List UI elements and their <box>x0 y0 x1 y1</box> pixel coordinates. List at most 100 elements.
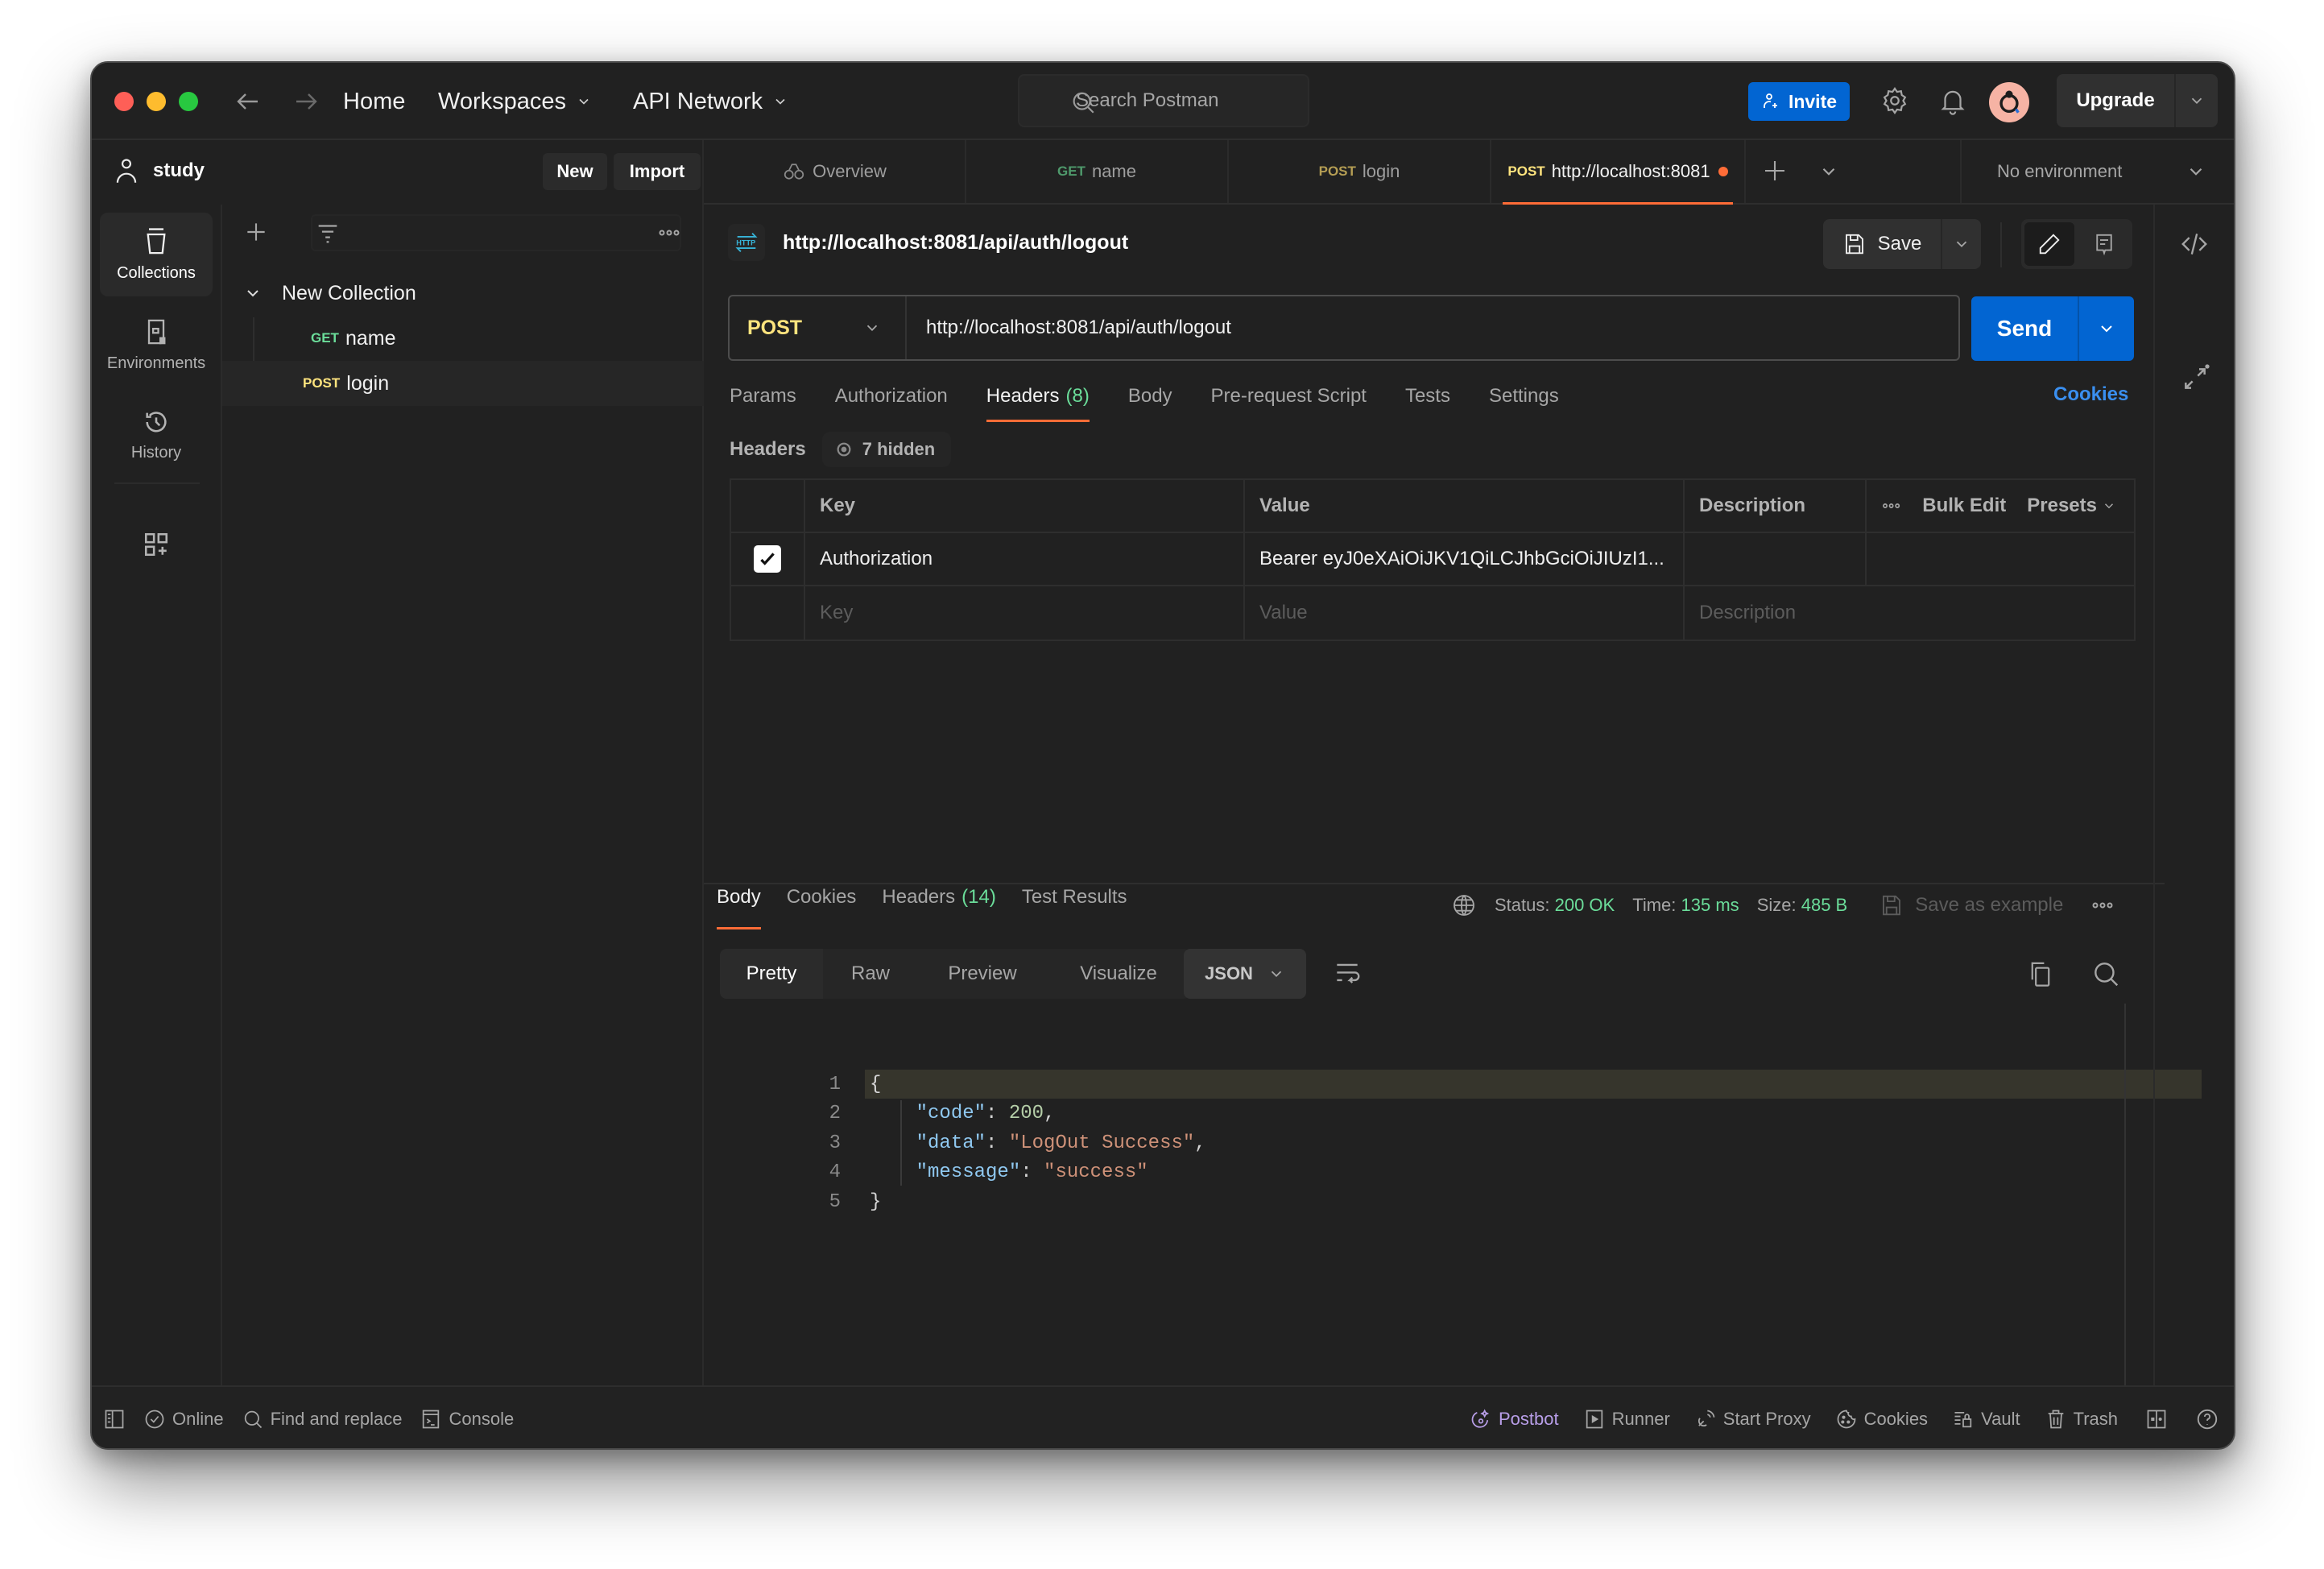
hidden-headers-toggle[interactable]: 7 hidden <box>821 432 952 467</box>
help-icon[interactable] <box>2195 1387 2219 1448</box>
wrap-lines-icon[interactable] <box>1332 958 1363 989</box>
tab-post-login[interactable]: POST login <box>1229 140 1491 203</box>
collection-item[interactable]: New Collection <box>222 271 704 316</box>
more-options-icon[interactable] <box>657 221 681 245</box>
collections-filter-input[interactable] <box>311 214 681 251</box>
console-button[interactable]: Console <box>420 1387 514 1448</box>
request-item-get-name[interactable]: GET name <box>222 316 704 361</box>
tab-tests[interactable]: Tests <box>1405 371 1450 422</box>
more-options-icon[interactable] <box>2090 893 2115 917</box>
maximize-window-button[interactable] <box>179 92 198 111</box>
method-badge: POST <box>1318 164 1356 179</box>
add-collection-icon[interactable] <box>243 219 269 245</box>
presets-dropdown[interactable]: Presets <box>2027 495 2116 517</box>
related-collections-icon[interactable] <box>2179 362 2211 395</box>
toggle-sidebar-icon[interactable] <box>103 1387 126 1448</box>
tab-get-name[interactable]: GET name <box>966 140 1229 203</box>
request-item-post-login[interactable]: POST login <box>222 361 704 406</box>
cookies-button[interactable]: Cookies <box>1835 1387 1928 1448</box>
runner-button[interactable]: Runner <box>1583 1387 1670 1448</box>
postbot-button[interactable]: Postbot <box>1470 1387 1559 1448</box>
cookies-link[interactable]: Cookies <box>2053 383 2128 406</box>
response-pane-divider[interactable] <box>704 883 2165 884</box>
workspace-name[interactable]: study <box>114 158 205 184</box>
size-text[interactable]: Size: 485 B <box>1757 895 1848 916</box>
sidebar-item-configure[interactable] <box>100 503 213 586</box>
two-pane-view-icon[interactable] <box>2145 1387 2168 1448</box>
header-enabled-checkbox[interactable] <box>754 545 781 573</box>
save-button[interactable]: Save <box>1823 219 1942 269</box>
import-button[interactable]: Import <box>614 153 701 190</box>
view-raw[interactable]: Raw <box>823 949 918 999</box>
request-title[interactable]: HTTP http://localhost:8081/api/auth/logo… <box>728 224 1128 261</box>
notifications-bell-icon[interactable] <box>1937 85 1968 116</box>
response-tab-test-results[interactable]: Test Results <box>1022 886 1127 938</box>
environment-selector[interactable]: No environment <box>1960 140 2226 203</box>
response-tab-cookies[interactable]: Cookies <box>787 886 857 938</box>
new-tab-plus-icon[interactable] <box>1760 156 1789 185</box>
time-text[interactable]: Time: 135 ms <box>1632 895 1739 916</box>
globe-icon[interactable] <box>1451 892 1477 918</box>
start-proxy-button[interactable]: Start Proxy <box>1694 1387 1811 1448</box>
tab-headers[interactable]: Headers (8) <box>986 371 1090 422</box>
editor-scrollbar-track[interactable] <box>2124 1004 2126 1385</box>
tab-post-logout-active[interactable]: POST http://localhost:8081 <box>1491 140 1746 205</box>
tab-pre-request-script[interactable]: Pre-request Script <box>1211 371 1367 422</box>
api-network-menu[interactable]: API Network <box>633 85 788 118</box>
tab-list-chevron-icon[interactable] <box>1818 161 1839 182</box>
tab-params[interactable]: Params <box>730 371 796 422</box>
home-link[interactable]: Home <box>343 85 405 118</box>
sidebar-item-environments[interactable]: Environments <box>100 303 213 387</box>
copy-icon[interactable] <box>2026 958 2055 989</box>
search-response-icon[interactable] <box>2090 958 2121 989</box>
tab-authorization[interactable]: Authorization <box>835 371 948 422</box>
response-tab-headers[interactable]: Headers (14) <box>882 886 995 938</box>
minimize-window-button[interactable] <box>147 92 166 111</box>
tab-overview[interactable]: Overview <box>704 140 966 203</box>
close-window-button[interactable] <box>114 92 134 111</box>
sidebar-item-collections[interactable]: Collections <box>100 213 213 296</box>
workspaces-menu[interactable]: Workspaces <box>438 85 592 118</box>
save-dropdown[interactable] <box>1942 219 1981 269</box>
sidebar-item-history[interactable]: History <box>100 393 213 477</box>
view-preview[interactable]: Preview <box>918 949 1047 999</box>
find-and-replace-button[interactable]: Find and replace <box>242 1387 402 1448</box>
code-snippet-icon[interactable] <box>2179 229 2210 259</box>
key-placeholder-input[interactable]: Key <box>805 586 1245 640</box>
online-status[interactable]: Online <box>143 1387 224 1448</box>
response-body-editor[interactable]: 1{2 "code": 200, 3 "data": "LogOut Succes… <box>704 1065 2231 1387</box>
upgrade-dropdown[interactable] <box>2176 74 2218 127</box>
tab-settings[interactable]: Settings <box>1489 371 1559 422</box>
value-placeholder-input[interactable]: Value <box>1245 586 1685 640</box>
description-placeholder-input[interactable]: Description <box>1685 586 2134 640</box>
view-visualize[interactable]: Visualize <box>1047 949 1190 999</box>
bulk-edit-button[interactable]: Bulk Edit <box>1922 495 2006 517</box>
method-selector[interactable]: POST <box>730 296 907 359</box>
header-key-cell[interactable]: Authorization <box>805 533 1245 585</box>
more-options-icon[interactable] <box>1881 495 1901 517</box>
trash-button[interactable]: Trash <box>2045 1387 2118 1448</box>
status-text[interactable]: Status: 200 OK <box>1495 895 1615 916</box>
edit-pencil-icon[interactable] <box>2024 222 2074 266</box>
history-icon <box>146 411 167 432</box>
response-format-dropdown[interactable]: JSON <box>1184 949 1306 999</box>
header-description-cell[interactable] <box>1685 533 1867 585</box>
invite-button[interactable]: Invite <box>1748 82 1850 121</box>
new-button[interactable]: New <box>543 153 607 190</box>
forward-arrow-icon[interactable] <box>292 87 320 116</box>
user-avatar[interactable] <box>1989 82 2029 122</box>
vault-button[interactable]: Vault <box>1952 1387 2020 1448</box>
send-button[interactable]: Send <box>1971 296 2079 361</box>
header-value-cell[interactable]: Bearer eyJ0eXAiOiJKV1QiLCJhbGciOiJIUzI1.… <box>1245 533 1685 585</box>
back-arrow-icon[interactable] <box>234 87 263 116</box>
settings-gear-icon[interactable] <box>1879 85 1910 116</box>
upgrade-button[interactable]: Upgrade <box>2057 74 2218 127</box>
response-tab-body[interactable]: Body <box>717 886 761 938</box>
tab-body[interactable]: Body <box>1128 371 1172 422</box>
url-input[interactable] <box>907 296 1958 359</box>
send-dropdown[interactable] <box>2079 296 2134 361</box>
save-as-example-button[interactable]: Save as example <box>1879 893 2063 917</box>
search-input[interactable]: Search Postman <box>1018 74 1309 127</box>
comments-icon[interactable] <box>2079 222 2129 266</box>
view-pretty[interactable]: Pretty <box>720 949 823 999</box>
